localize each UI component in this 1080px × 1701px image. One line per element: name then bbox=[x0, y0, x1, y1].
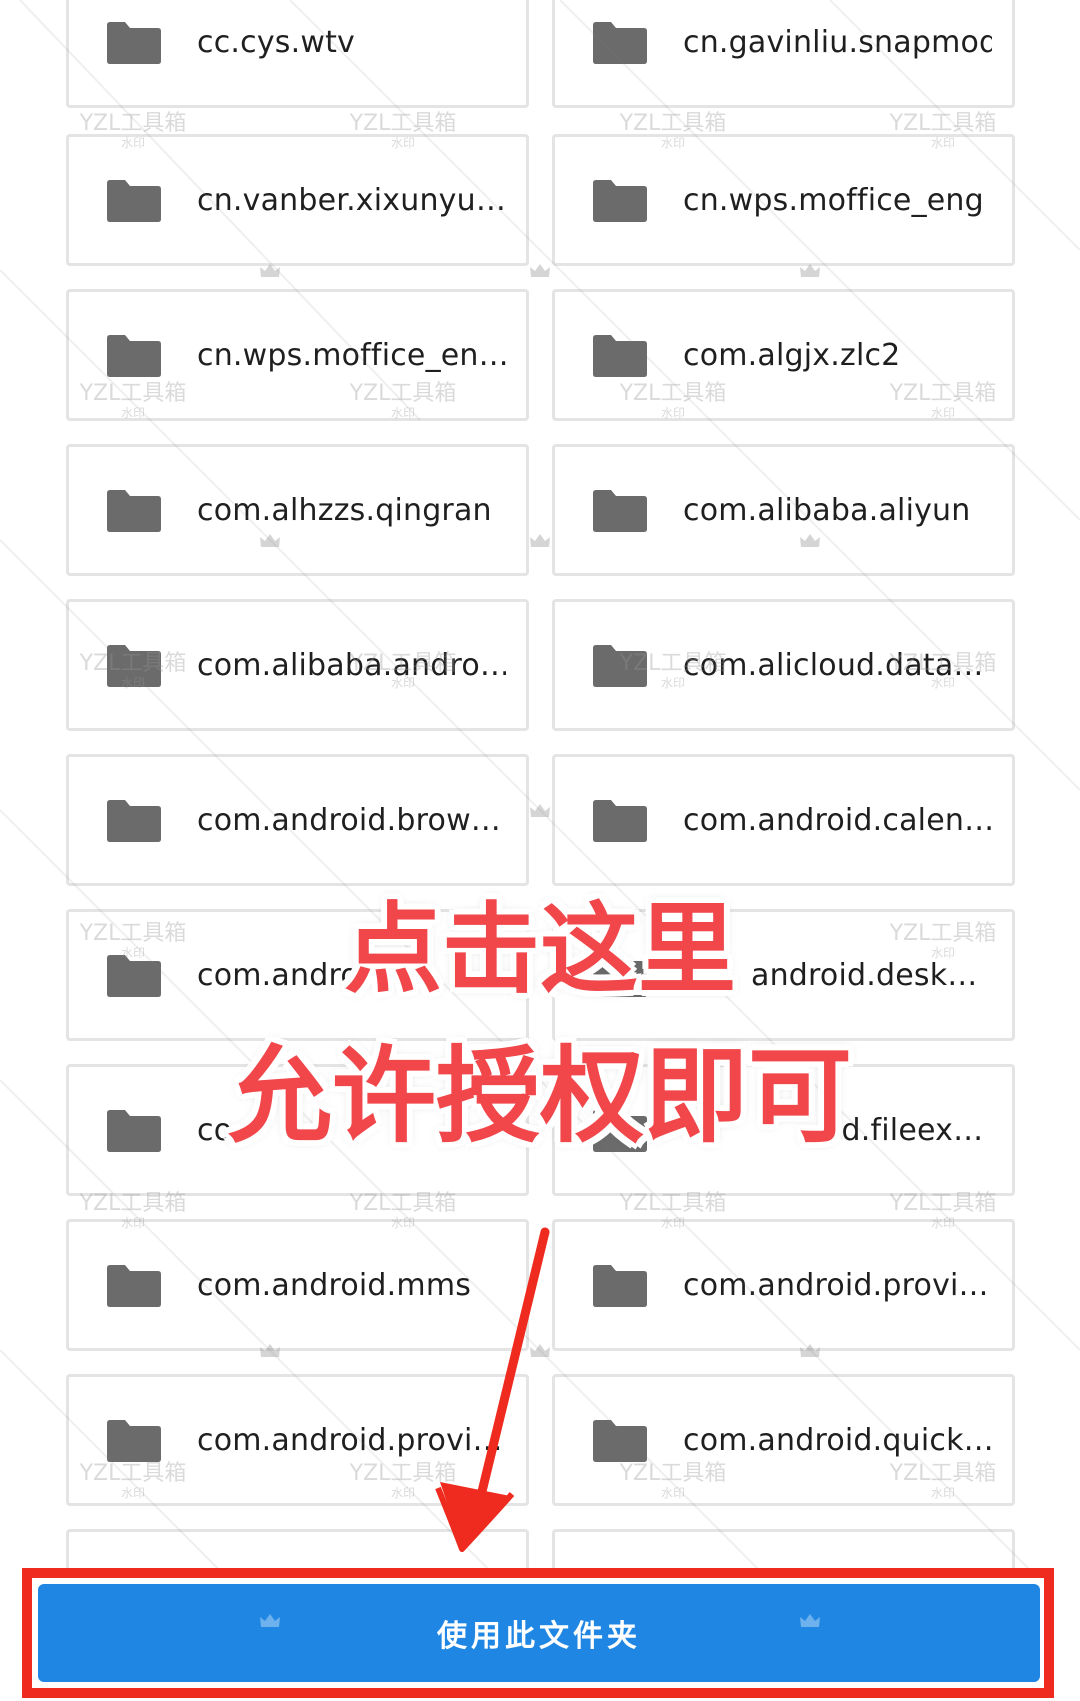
folder-item[interactable]: cn.gavinliu.snapmod bbox=[552, 0, 1015, 108]
annotation-allow-authorization: 允许授权即可 bbox=[227, 1035, 852, 1157]
folder-icon bbox=[105, 489, 163, 533]
folder-icon bbox=[105, 644, 163, 688]
folder-item[interactable]: com.android.mms bbox=[66, 1219, 529, 1351]
folder-item[interactable]: cn.wps.moffice_eng bbox=[552, 134, 1015, 266]
folder-name: com.alicloud.data… bbox=[683, 647, 984, 683]
folder-icon bbox=[591, 489, 649, 533]
folder-icon bbox=[105, 179, 163, 223]
folder-icon bbox=[591, 334, 649, 378]
folder-icon bbox=[591, 1264, 649, 1308]
folder-name: cn.gavinliu.snapmod bbox=[683, 24, 992, 60]
folder-name: com.algjx.zlc2 bbox=[683, 337, 901, 373]
folder-item[interactable]: cn.vanber.xixunyu… bbox=[66, 134, 529, 266]
folder-name: com.alhzzs.qingran bbox=[197, 492, 492, 528]
folder-name: com.alibaba.andro… bbox=[197, 647, 506, 683]
folder-icon bbox=[591, 1419, 649, 1463]
folder-name: com.alibaba.aliyun bbox=[683, 492, 971, 528]
folder-item[interactable]: com.android.provi… bbox=[552, 1219, 1015, 1351]
folder-icon bbox=[105, 1264, 163, 1308]
folder-icon bbox=[591, 799, 649, 843]
folder-item[interactable]: com.android.calen… bbox=[552, 754, 1015, 886]
folder-name: com.android.calen… bbox=[683, 802, 992, 838]
folder-item[interactable]: cc.cys.wtv bbox=[66, 0, 529, 108]
folder-item[interactable]: com.alicloud.data… bbox=[552, 599, 1015, 731]
folder-item[interactable]: com.android.provi… bbox=[66, 1374, 529, 1506]
highlight-box bbox=[22, 1568, 1054, 1698]
folder-name: com.android.provi… bbox=[197, 1422, 503, 1458]
folder-item[interactable]: com.alibaba.andro… bbox=[66, 599, 529, 731]
annotation-tap-here: 点击这里 bbox=[343, 893, 736, 1007]
folder-item[interactable]: cn.wps.moffice_en… bbox=[66, 289, 529, 421]
folder-name: com.android.quick… bbox=[683, 1422, 992, 1458]
folder-name: cc.cys.wtv bbox=[197, 24, 355, 60]
folder-icon bbox=[105, 1419, 163, 1463]
folder-name: cn.wps.moffice_eng bbox=[683, 182, 984, 218]
folder-name: cn.wps.moffice_en… bbox=[197, 337, 506, 373]
folder-grid: cc.cys.wtv cn.gavinliu.snapmod cn.vanber… bbox=[0, 0, 1080, 1701]
folder-icon bbox=[105, 334, 163, 378]
folder-icon bbox=[105, 799, 163, 843]
folder-item[interactable]: com.android.brow… bbox=[66, 754, 529, 886]
folder-item[interactable]: com.android.quick… bbox=[552, 1374, 1015, 1506]
folder-item[interactable]: com.alhzzs.qingran bbox=[66, 444, 529, 576]
folder-icon bbox=[591, 21, 649, 65]
folder-item[interactable]: com.alibaba.aliyun bbox=[552, 444, 1015, 576]
folder-name: com.android.mms bbox=[197, 1267, 472, 1303]
folder-name: cn.vanber.xixunyu… bbox=[197, 182, 506, 218]
folder-item[interactable]: com.algjx.zlc2 bbox=[552, 289, 1015, 421]
folder-name: com.android.provi… bbox=[683, 1267, 989, 1303]
folder-name: com.android.brow… bbox=[197, 802, 502, 838]
folder-icon bbox=[591, 644, 649, 688]
folder-icon bbox=[105, 954, 163, 998]
folder-icon bbox=[105, 21, 163, 65]
folder-icon bbox=[591, 179, 649, 223]
folder-icon bbox=[105, 1109, 163, 1153]
